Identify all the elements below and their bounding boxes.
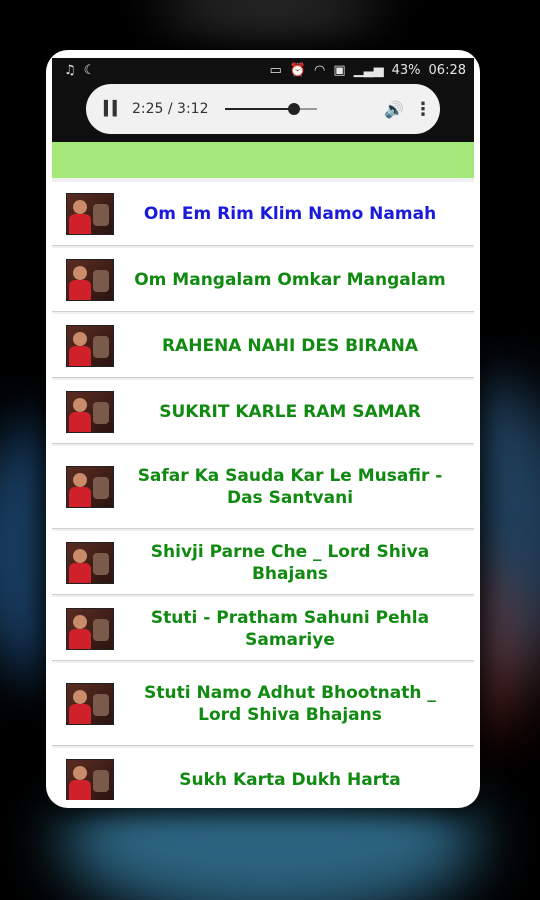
song-list-item[interactable]: Stuti Namo Adhut Bhootnath _ Lord Shiva …: [52, 663, 474, 745]
cast-icon: ▭: [269, 62, 282, 78]
song-title: Shivji Parne Che _ Lord Shiva Bhajans: [150, 541, 430, 584]
song-thumbnail: [66, 390, 114, 433]
app-header: ▍▍ 2:25 / 3:12 🔊 ⋮: [52, 82, 474, 142]
song-title: SUKRIT KARLE RAM SAMAR: [159, 401, 421, 422]
song-list-item[interactable]: Safar Ka Sauda Kar Le Musafir - Das Sant…: [52, 446, 474, 528]
song-list-item[interactable]: SUKRIT KARLE RAM SAMAR: [52, 380, 474, 443]
music-note-icon: ♫: [64, 62, 76, 78]
song-title: Stuti Namo Adhut Bhootnath _ Lord Shiva …: [144, 683, 436, 725]
song-thumbnail: [66, 192, 114, 235]
pause-icon[interactable]: ▍▍: [104, 101, 124, 117]
song-title: Stuti - Pratham Sahuni Pehla Samariye: [150, 607, 430, 650]
song-list-item[interactable]: Om Em Rim Klim Namo Namah: [52, 182, 474, 245]
song-thumbnail: [66, 607, 114, 650]
signal-icon: ▁▃▅: [353, 62, 384, 78]
song-thumbnail: [66, 324, 114, 367]
song-title: RAHENA NAHI DES BIRANA: [161, 335, 419, 356]
song-list-item[interactable]: Stuti - Pratham Sahuni Pehla Samariye: [52, 597, 474, 660]
green-banner: [52, 142, 474, 178]
status-time: 06:28: [428, 62, 466, 78]
song-title: Om Em Rim Klim Namo Namah: [143, 203, 437, 224]
song-thumbnail: [66, 683, 114, 725]
song-title: Om Mangalam Omkar Mangalam: [134, 269, 446, 290]
song-thumbnail: [66, 541, 114, 584]
song-title: Sukh Karta Dukh Harta: [179, 769, 401, 790]
song-thumbnail: [66, 758, 114, 800]
audio-player: ▍▍ 2:25 / 3:12 🔊 ⋮: [86, 84, 440, 134]
sim-icon: ▣: [333, 62, 346, 78]
seek-fill: [224, 108, 294, 110]
song-list: Om Em Rim Klim Namo Namah Om Mangalam Omk…: [52, 178, 474, 800]
wifi-icon: ◠: [313, 62, 326, 78]
alarm-icon: ⏰: [289, 62, 306, 78]
status-bar: ♫ ☾ ▭ ⏰ ◠ ▣ ▁▃▅ 43% 06:28: [52, 58, 474, 82]
seek-thumb[interactable]: [287, 103, 300, 115]
song-list-item[interactable]: Sukh Karta Dukh Harta: [52, 748, 474, 800]
song-thumbnail: [66, 466, 114, 508]
more-vert-icon[interactable]: ⋮: [414, 99, 432, 120]
moon-icon: ☾: [83, 62, 96, 78]
song-title: Safar Ka Sauda Kar Le Musafir - Das Sant…: [137, 466, 443, 508]
volume-icon[interactable]: 🔊: [384, 100, 404, 119]
song-list-item[interactable]: Om Mangalam Omkar Mangalam: [52, 248, 474, 311]
song-list-item[interactable]: RAHENA NAHI DES BIRANA: [52, 314, 474, 377]
playback-time: 2:25 / 3:12: [132, 101, 209, 117]
battery-percent: 43%: [391, 62, 421, 78]
song-thumbnail: [66, 258, 114, 301]
seek-slider[interactable]: [224, 101, 317, 117]
song-list-item[interactable]: Shivji Parne Che _ Lord Shiva Bhajans: [52, 531, 474, 594]
phone-screen: ♫ ☾ ▭ ⏰ ◠ ▣ ▁▃▅ 43% 06:28 ▍▍ 2:25 / 3:12…: [52, 58, 474, 800]
